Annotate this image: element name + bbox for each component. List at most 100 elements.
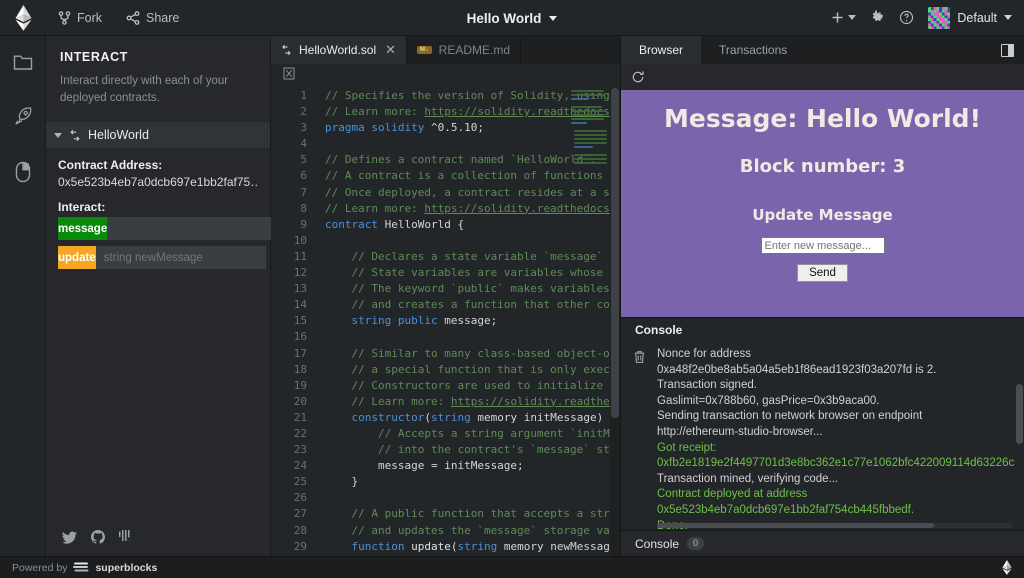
- contract-icon: [70, 129, 80, 141]
- right-panel-tabbar-actions: [1001, 36, 1024, 64]
- function-row-message: message: [58, 217, 278, 241]
- triangle-down-icon: [54, 132, 62, 138]
- console-line: Contract deployed at address: [657, 488, 808, 501]
- mouse-icon: [15, 161, 30, 183]
- folder-icon: [13, 55, 32, 70]
- gitter-glyph: [119, 530, 130, 541]
- right-panel-tabbar: Browser Transactions: [621, 36, 1024, 64]
- chevron-down-icon: [848, 15, 857, 20]
- help-button[interactable]: [899, 10, 914, 25]
- twitter-icon[interactable]: [62, 531, 77, 544]
- app-header: Fork Share Hello World Default: [0, 0, 1024, 36]
- tab-browser[interactable]: Browser: [621, 36, 702, 64]
- tab-transactions[interactable]: Transactions: [701, 36, 805, 64]
- editor-scrollbar[interactable]: [610, 88, 620, 556]
- share-button[interactable]: Share: [122, 8, 183, 28]
- reload-glyph: [632, 71, 644, 83]
- gear-icon: [873, 10, 884, 22]
- sidebar-item-explorer[interactable]: [9, 50, 37, 80]
- message-button[interactable]: message: [58, 217, 108, 241]
- dapp-message-input[interactable]: [760, 237, 885, 254]
- ethereum-studio-app: Fork Share Hello World Default INTERACT …: [0, 0, 1024, 578]
- format-glyph: [283, 67, 295, 80]
- console-line: 0xa48f2e0be8ab5a04a5eb1f86ead1923f03a207…: [657, 363, 937, 376]
- identicon-avatar: [928, 6, 951, 29]
- console-bottom-tab-label: Console: [635, 536, 680, 551]
- header-left-actions: Fork Share: [46, 8, 183, 28]
- dapp-update-heading: Update Message: [752, 206, 893, 224]
- console-panel: Console Nonce for address 0xa48f2e0be8ab5…: [621, 317, 1024, 556]
- sidebar-item-interact[interactable]: [11, 157, 35, 192]
- console-line: http://ethereum-studio-browser...: [657, 425, 823, 438]
- chevron-down-icon: [549, 15, 558, 21]
- editor-toolbar: [271, 64, 620, 88]
- code-editor: HelloWorld.sol ✕ M↓ README.md 1 // Speci…: [271, 36, 620, 556]
- right-panel: Browser Transactions Message: Hello Worl…: [620, 36, 1024, 556]
- browser-toolbar: [621, 64, 1024, 90]
- ethereum-logo-icon[interactable]: [1002, 560, 1012, 575]
- app-body: INTERACT Interact directly with each of …: [0, 36, 1024, 556]
- contract-accordion-helloworld[interactable]: HelloWorld: [46, 122, 270, 149]
- project-title-menu[interactable]: Hello World: [467, 11, 558, 26]
- function-row-update: update: [58, 246, 266, 270]
- activity-rail: [0, 36, 46, 556]
- account-menu[interactable]: Default: [928, 6, 1012, 29]
- social-links: [46, 530, 270, 556]
- console-line: Transaction mined, verifying code...: [657, 472, 839, 485]
- format-icon[interactable]: [283, 67, 295, 85]
- update-button[interactable]: update: [58, 246, 96, 270]
- sidebar-item-deploy[interactable]: [9, 102, 37, 135]
- dapp-send-button[interactable]: Send: [797, 264, 848, 282]
- superblocks-brand-name: superblocks: [95, 561, 158, 574]
- close-icon[interactable]: ✕: [385, 42, 396, 58]
- ethereum-logo-icon[interactable]: [0, 4, 46, 31]
- console-line: Sending transaction to network browser o…: [657, 410, 923, 423]
- message-arg-input[interactable]: [107, 217, 278, 241]
- reload-icon[interactable]: [631, 70, 645, 84]
- gitter-icon[interactable]: [119, 530, 130, 544]
- contract-address-label: Contract Address:: [58, 158, 163, 173]
- status-bar-right: [1002, 560, 1012, 575]
- editor-tab-helloworld-sol[interactable]: HelloWorld.sol ✕: [271, 36, 408, 64]
- github-icon[interactable]: [91, 530, 105, 544]
- contract-name: HelloWorld: [88, 128, 149, 143]
- github-glyph: [91, 530, 105, 544]
- contract-details: Contract Address: 0x5e523b4eb7a0dcb697e1…: [46, 148, 278, 275]
- console-count-badge: 0: [687, 536, 705, 551]
- share-label: Share: [146, 10, 180, 25]
- dapp-preview: Message: Hello World! Block number: 3 Up…: [621, 90, 1024, 317]
- interact-panel-header: INTERACT Interact directly with each of …: [46, 36, 270, 106]
- interact-label: Interact:: [58, 200, 106, 215]
- editor-tab-readme-md[interactable]: M↓ README.md: [407, 36, 521, 64]
- solidity-icon: [282, 44, 291, 56]
- interact-panel-title: INTERACT: [60, 50, 128, 64]
- powered-by: Powered by superblocks: [12, 562, 157, 574]
- twitter-glyph: [62, 531, 77, 544]
- code-surface[interactable]: 1// Specifies the version of Solidity, u…: [271, 88, 620, 556]
- console-bottom-tab[interactable]: Console 0: [621, 531, 718, 556]
- status-bar: Powered by superblocks: [0, 556, 1024, 578]
- account-name: Default: [957, 10, 997, 25]
- console-line: 0xfb2e1819e2f4497701d3e8bc362e1c77e1062b…: [657, 457, 1015, 470]
- fork-button[interactable]: Fork: [54, 8, 106, 28]
- console-vscrollbar-thumb[interactable]: [1016, 384, 1023, 444]
- markdown-icon: M↓: [417, 46, 432, 54]
- panel-layout-icon[interactable]: [1001, 43, 1014, 57]
- editor-tab-label: README.md: [438, 43, 510, 57]
- console-body: Nonce for address 0xa48f2e0be8ab5a04a5eb1…: [621, 342, 1024, 530]
- dapp-message-heading: Message: Hello World!: [664, 104, 981, 133]
- clear-console-button[interactable]: [621, 342, 657, 530]
- editor-scrollbar-thumb[interactable]: [611, 88, 619, 418]
- editor-tab-label: HelloWorld.sol: [299, 43, 377, 57]
- page-title: Hello World: [466, 10, 542, 26]
- console-hscrollbar-thumb[interactable]: [657, 523, 934, 528]
- console-line: Got receipt:: [657, 441, 717, 454]
- code-minimap[interactable]: [568, 88, 610, 164]
- superblocks-logo-icon: [73, 562, 89, 572]
- console-hscrollbar[interactable]: [657, 523, 1012, 528]
- settings-button[interactable]: [870, 10, 885, 25]
- update-newmessage-input[interactable]: [95, 246, 266, 270]
- console-output: Nonce for address 0xa48f2e0be8ab5a04a5eb1…: [657, 342, 1024, 530]
- console-line: Nonce for address: [657, 348, 751, 360]
- add-button[interactable]: [831, 11, 857, 24]
